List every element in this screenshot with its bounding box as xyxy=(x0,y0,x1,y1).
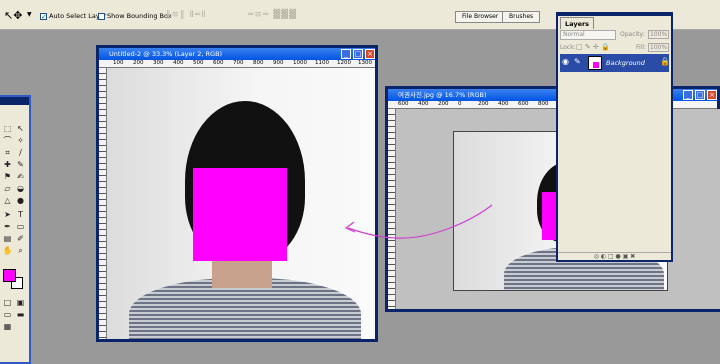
annotation-arrow xyxy=(344,204,493,239)
